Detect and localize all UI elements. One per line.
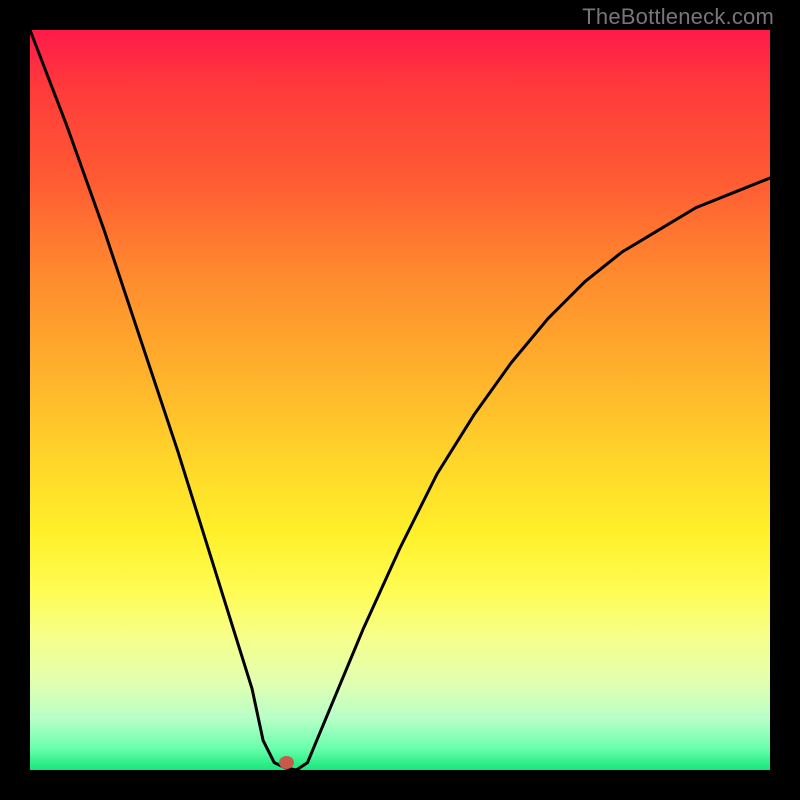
bottleneck-curve [30, 30, 770, 770]
chart-frame: TheBottleneck.com [0, 0, 800, 800]
optimum-point-icon [279, 756, 294, 769]
plot-area [30, 30, 770, 770]
watermark-label: TheBottleneck.com [582, 4, 774, 30]
